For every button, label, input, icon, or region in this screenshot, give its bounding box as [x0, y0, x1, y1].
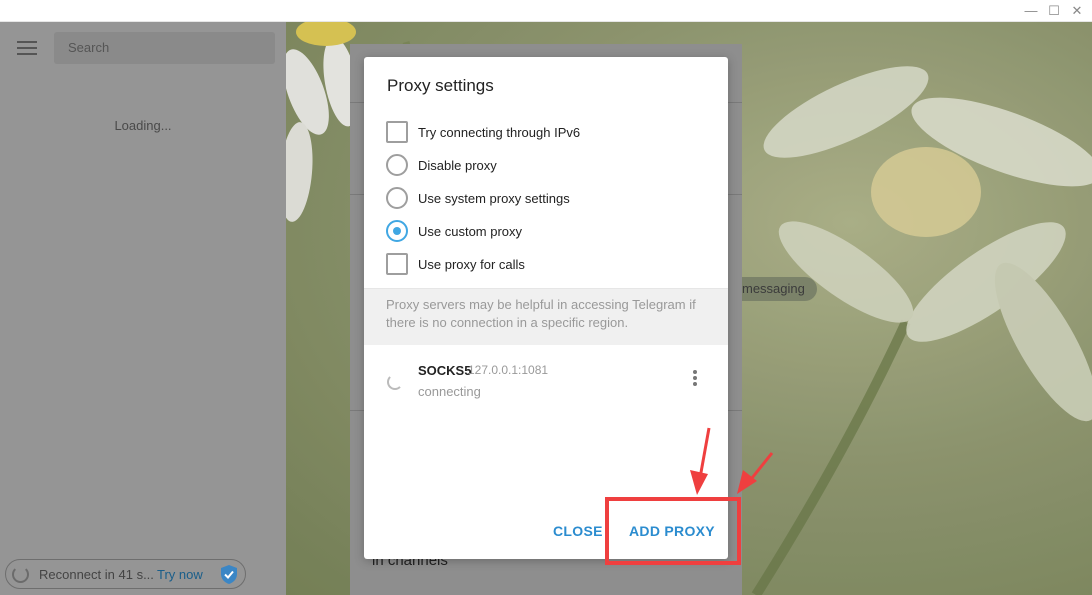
- proxy-list-item[interactable]: SOCKS5 127.0.0.1:1081 connecting: [364, 357, 728, 407]
- system-proxy-radio[interactable]: Use system proxy settings: [386, 187, 706, 209]
- disable-proxy-radio[interactable]: Disable proxy: [386, 154, 706, 176]
- proxy-type: SOCKS5: [418, 363, 472, 378]
- shield-check-icon[interactable]: [220, 564, 238, 585]
- proxy-info-text: Proxy servers may be helpful in accessin…: [364, 288, 728, 345]
- option-label: Use custom proxy: [418, 224, 523, 239]
- maximize-icon[interactable]: ☐: [1044, 2, 1064, 20]
- proxy-status: connecting: [418, 384, 481, 399]
- close-button[interactable]: CLOSE: [553, 523, 603, 539]
- checkbox-icon[interactable]: [386, 121, 408, 143]
- service-message-pill: messaging: [730, 277, 817, 301]
- option-label: Use system proxy settings: [418, 191, 570, 206]
- proxy-for-calls-checkbox[interactable]: Use proxy for calls: [386, 253, 706, 275]
- proxy-settings-dialog: Proxy settings Try connecting through IP…: [364, 57, 728, 559]
- minimize-icon[interactable]: —: [1021, 2, 1041, 20]
- annotation-highlight-box: [605, 497, 741, 565]
- try-now-link[interactable]: Try now: [157, 567, 203, 582]
- loading-text: Loading...: [114, 118, 172, 133]
- search-input[interactable]: Search: [54, 32, 275, 64]
- option-label: Disable proxy: [418, 158, 497, 173]
- connection-status: Reconnect in 41 s... Try now: [5, 559, 246, 589]
- title-bar: — ☐ ✕: [0, 0, 1092, 22]
- ipv6-checkbox[interactable]: Try connecting through IPv6: [386, 121, 706, 143]
- option-label: Use proxy for calls: [418, 257, 525, 272]
- custom-proxy-radio[interactable]: Use custom proxy: [386, 220, 706, 242]
- proxy-address: 127.0.0.1:1081: [468, 363, 549, 377]
- checkbox-icon[interactable]: [386, 253, 408, 275]
- radio-checked-icon[interactable]: [386, 220, 408, 242]
- dialog-title: Proxy settings: [387, 76, 494, 95]
- loading-spinner-icon: [12, 566, 29, 583]
- reconnect-text: Reconnect in 41 s...: [39, 567, 154, 582]
- more-options-icon[interactable]: [692, 370, 698, 388]
- option-label: Try connecting through IPv6: [418, 125, 581, 140]
- menu-icon[interactable]: [17, 41, 37, 55]
- connecting-spinner-icon: [387, 374, 403, 390]
- radio-icon[interactable]: [386, 187, 408, 209]
- radio-icon[interactable]: [386, 154, 408, 176]
- close-window-icon[interactable]: ✕: [1067, 2, 1087, 20]
- chat-list-panel: Search Loading... Reconnect in 41 s... T…: [0, 22, 286, 595]
